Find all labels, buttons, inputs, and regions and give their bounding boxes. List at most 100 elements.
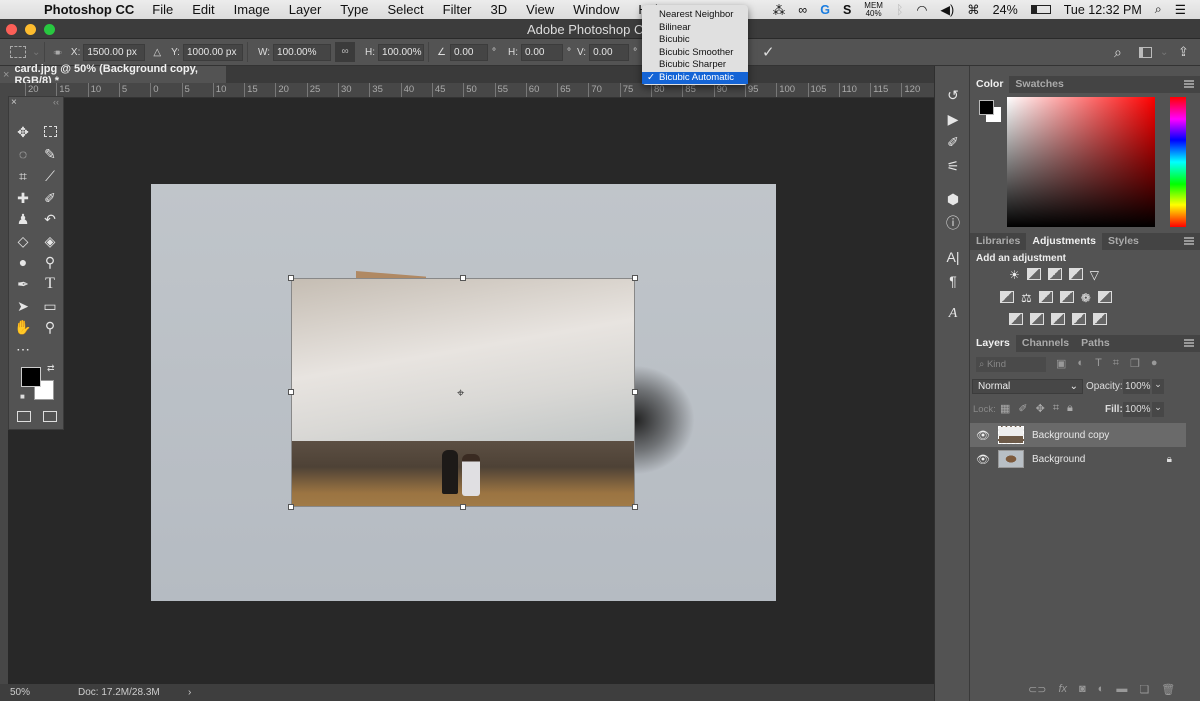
interpolation-option-bilinear[interactable]: Bilinear: [642, 22, 748, 35]
search-icon[interactable]: ⌕: [1114, 44, 1122, 61]
tab-adjustments[interactable]: Adjustments: [1026, 233, 1102, 250]
workspace-icon[interactable]: [1139, 46, 1152, 58]
height-field[interactable]: 100.00%: [378, 43, 425, 61]
menu-file[interactable]: File: [152, 2, 173, 17]
menu-select[interactable]: Select: [387, 2, 423, 17]
blur-tool-icon[interactable]: ●: [13, 253, 33, 271]
new-adjustment-layer-icon[interactable]: ◐: [1098, 683, 1105, 696]
reference-point-icon[interactable]: ▫■▫: [53, 48, 61, 57]
x-position-field[interactable]: 1500.00 px: [83, 43, 146, 61]
layer-name[interactable]: Background: [1032, 454, 1085, 465]
y-position-field[interactable]: 1000.00 px: [182, 43, 243, 61]
clock[interactable]: Tue 12:32 PM: [1064, 3, 1142, 17]
scrivener-icon[interactable]: S: [843, 3, 851, 17]
fill-field[interactable]: 100%: [1123, 402, 1151, 417]
filter-pixel-icon[interactable]: ▣: [1056, 357, 1066, 370]
brightness-contrast-icon[interactable]: ☀: [1009, 268, 1020, 282]
rectangle-tool-icon[interactable]: ▭: [40, 297, 60, 315]
actions-panel-icon[interactable]: ▶: [944, 110, 962, 128]
transform-handle-tl[interactable]: [288, 275, 294, 281]
dodge-tool-icon[interactable]: ⚲: [40, 253, 60, 271]
swap-colors-icon[interactable]: ⇄: [47, 363, 55, 374]
menu-edit[interactable]: Edit: [192, 2, 214, 17]
delete-layer-icon[interactable]: 🗑︎: [1161, 683, 1175, 696]
channel-mixer-icon[interactable]: ❁: [1081, 291, 1091, 305]
pen-tool-icon[interactable]: ✒: [13, 275, 33, 293]
menu-type[interactable]: Type: [340, 2, 368, 17]
transform-handle-bl[interactable]: [288, 504, 294, 510]
rotation-field[interactable]: 0.00: [449, 43, 488, 61]
black-white-icon[interactable]: [1038, 291, 1053, 303]
path-selection-tool-icon[interactable]: ➤: [13, 297, 33, 315]
panel-menu-icon[interactable]: [1184, 339, 1194, 347]
vertical-ruler[interactable]: [0, 98, 8, 684]
close-window-button[interactable]: [6, 24, 17, 35]
hue-saturation-icon[interactable]: [1000, 291, 1014, 303]
info-panel-icon[interactable]: ⓘ: [944, 214, 962, 232]
crop-tool-icon[interactable]: ⌗: [13, 167, 33, 185]
layer-visibility-eye-icon[interactable]: 👁︎: [976, 453, 990, 466]
share-icon[interactable]: ⇪: [1178, 44, 1189, 60]
menu-3d[interactable]: 3D: [491, 2, 508, 17]
interpolation-option-bicubic-automatic[interactable]: ✓ Bicubic Automatic: [642, 71, 748, 84]
interpolation-dropdown[interactable]: Nearest Neighbor Bilinear Bicubic Bicubi…: [642, 5, 748, 85]
tab-libraries[interactable]: Libraries: [970, 233, 1026, 250]
horizontal-ruler[interactable]: 20 15 10 5 0 5 10 15 20 25 30 35 40 45 50 55 60 65 70 75 80 8…: [19, 83, 934, 98]
photo-filter-icon[interactable]: [1059, 291, 1074, 303]
color-lookup-icon[interactable]: [1097, 291, 1112, 303]
dropbox-icon[interactable]: ⁂: [773, 2, 786, 17]
volume-icon[interactable]: ◀): [940, 2, 954, 17]
selective-color-icon[interactable]: [1072, 313, 1086, 325]
width-field[interactable]: 100.00%: [273, 43, 332, 61]
wifi-icon[interactable]: ◠: [916, 2, 927, 17]
collapse-toolbox-icon[interactable]: ‹‹: [53, 97, 59, 107]
quick-selection-tool-icon[interactable]: ✎: [40, 145, 60, 163]
tab-layers[interactable]: Layers: [970, 335, 1016, 352]
layer-filter-kind[interactable]: ⌕ Kind: [976, 357, 1046, 372]
clone-stamp-tool-icon[interactable]: ♟: [13, 210, 33, 228]
filter-shape-icon[interactable]: ⌗: [1113, 357, 1119, 370]
vibrance-icon[interactable]: ▽: [1090, 268, 1099, 282]
history-panel-icon[interactable]: ↺: [944, 86, 962, 104]
panel-menu-icon[interactable]: [1184, 237, 1194, 245]
memory-monitor[interactable]: MEM 40%: [864, 1, 883, 18]
document-tab[interactable]: × card.jpg @ 50% (Background copy, RGB/8…: [0, 63, 226, 87]
blend-mode-select[interactable]: Normal ⌄: [972, 379, 1083, 394]
opacity-field[interactable]: 100%: [1123, 379, 1151, 394]
transform-handle-tr[interactable]: [632, 275, 638, 281]
tab-styles[interactable]: Styles: [1102, 233, 1145, 250]
threshold-icon[interactable]: [1051, 313, 1065, 325]
tab-swatches[interactable]: Swatches: [1009, 76, 1069, 93]
paragraph-panel-icon[interactable]: ¶: [944, 272, 962, 290]
brush-tool-icon[interactable]: ✐: [40, 189, 60, 207]
layer-row-background-copy[interactable]: 👁︎ Background copy: [970, 423, 1186, 447]
default-colors-icon[interactable]: ■: [20, 392, 25, 401]
vertical-skew-field[interactable]: 0.00: [589, 43, 630, 61]
notification-center-icon[interactable]: ☰: [1175, 2, 1186, 17]
3d-panel-icon[interactable]: ⬢: [944, 190, 962, 208]
minimize-window-button[interactable]: [25, 24, 36, 35]
transform-handle-ml[interactable]: [288, 389, 294, 395]
transform-handle-bm[interactable]: [460, 504, 466, 510]
move-tool-icon[interactable]: ✥: [13, 123, 33, 141]
panel-menu-icon[interactable]: [1184, 80, 1194, 88]
commit-transform-button[interactable]: ✓: [762, 43, 775, 61]
filter-type-icon[interactable]: T: [1095, 357, 1102, 370]
transform-handle-br[interactable]: [632, 504, 638, 510]
hand-tool-icon[interactable]: ✋: [13, 318, 33, 336]
gradient-map-icon[interactable]: [1093, 313, 1107, 325]
bluetooth-icon[interactable]: ᛒ: [896, 3, 904, 17]
healing-brush-tool-icon[interactable]: ✚: [13, 189, 33, 207]
filter-toggle-icon[interactable]: ●: [1151, 357, 1158, 370]
hue-slider[interactable]: [1170, 97, 1186, 227]
add-mask-icon[interactable]: ◙: [1079, 683, 1086, 696]
tab-paths[interactable]: Paths: [1075, 335, 1116, 352]
lock-artboard-icon[interactable]: ⌗: [1053, 402, 1059, 415]
eyedropper-tool-icon[interactable]: ⟋: [40, 167, 60, 185]
tab-channels[interactable]: Channels: [1016, 335, 1075, 352]
posterize-icon[interactable]: [1030, 313, 1044, 325]
zoom-tool-icon[interactable]: ⚲: [40, 318, 60, 336]
tool-presets-icon[interactable]: ⚟: [944, 157, 962, 175]
logitech-icon[interactable]: G: [820, 3, 830, 17]
link-aspect-ratio-icon[interactable]: ∞: [335, 42, 356, 62]
